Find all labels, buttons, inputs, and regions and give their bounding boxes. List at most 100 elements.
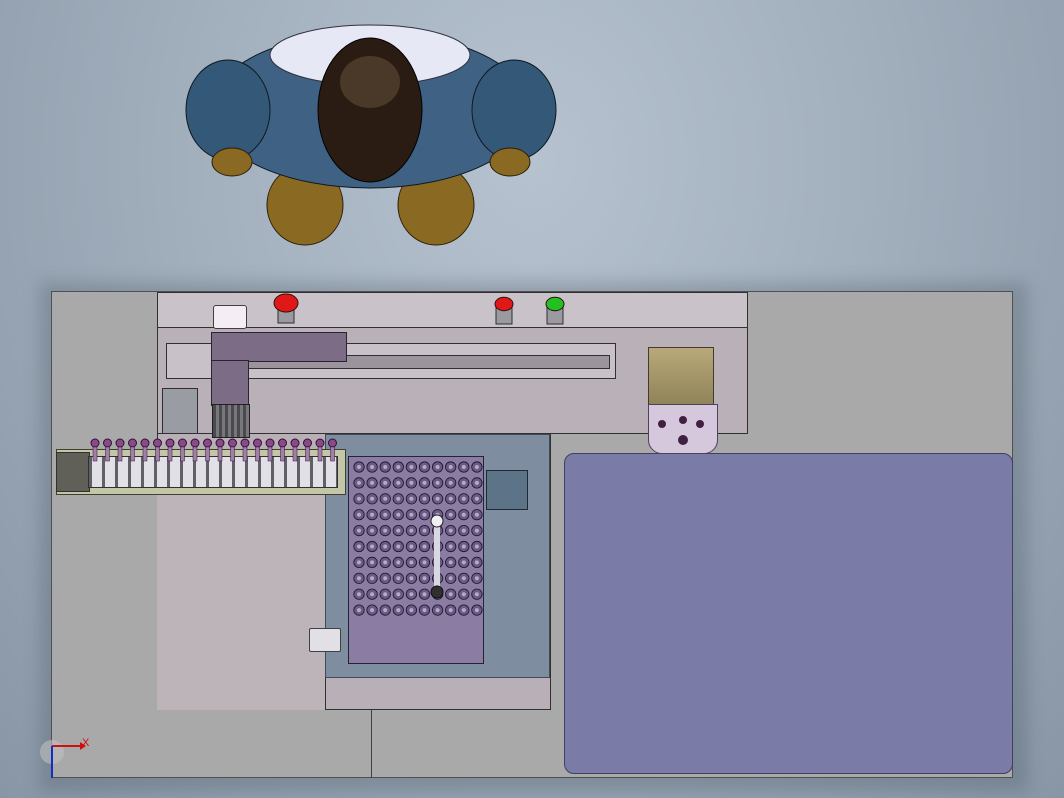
tray-pocket-center <box>396 465 401 469</box>
operator-shoulder-right <box>471 59 557 161</box>
red-emergency-button-cap[interactable] <box>273 293 299 313</box>
triad-x-label: X <box>82 737 90 749</box>
feeder-vial <box>128 438 137 448</box>
tray-pocket-center <box>409 528 414 533</box>
tray-pocket-center <box>357 544 361 549</box>
feeder-vial <box>278 438 287 448</box>
tray-pocket-center <box>370 560 375 565</box>
tray-pocket-center <box>383 592 388 597</box>
tray-pocket-center <box>422 592 427 597</box>
tray-pocket-center <box>448 480 453 485</box>
red-stop-button-cap[interactable] <box>494 296 514 312</box>
tray-pocket-center <box>396 544 401 549</box>
feeder-vial-body <box>255 446 260 462</box>
operator-hand-right <box>489 147 531 177</box>
operator-hand-left <box>211 147 253 177</box>
feeder-vial-body <box>330 446 335 462</box>
tray-pocket-center <box>396 528 401 533</box>
tray-pocket-center <box>370 608 375 613</box>
feeder-vial <box>103 438 112 448</box>
tray-pocket-center <box>422 496 427 501</box>
tray-pocket-center <box>409 576 414 581</box>
tray-pocket-center <box>357 512 361 517</box>
tray-pocket-center <box>370 480 375 485</box>
tray-pocket-center <box>383 512 388 517</box>
tray-pocket-center <box>357 465 361 469</box>
operator-head-highlight <box>340 56 400 108</box>
tray-pocket-center <box>461 496 466 501</box>
feeder-vial <box>265 438 275 448</box>
tray-pocket-center <box>474 592 479 597</box>
tray-pocket-center <box>409 544 414 549</box>
feeder-vial-body <box>205 446 210 462</box>
tray-pocket-center <box>461 528 466 533</box>
tray-pocket-center <box>461 480 466 485</box>
tray-pocket-center <box>357 608 361 613</box>
green-start-button[interactable] <box>545 296 565 325</box>
feeder-vial-body <box>117 446 123 462</box>
tray-pocket-center <box>435 480 440 485</box>
feeder-vial <box>178 438 187 448</box>
red-stop-button[interactable] <box>494 296 514 325</box>
tray-pocket-center <box>422 528 427 533</box>
tray-pocket-center <box>383 465 388 469</box>
tray-pocket-center <box>448 592 453 597</box>
tray-pocket-center <box>448 608 453 613</box>
feeder-vial-body <box>192 446 198 462</box>
tray-probe-tip-bottom <box>430 585 444 599</box>
tray-pocket-center <box>422 512 427 517</box>
feeder-vial-body <box>155 446 160 462</box>
feeder-vial <box>303 438 312 448</box>
feeder-vial <box>203 438 212 448</box>
tray-pocket-center <box>435 608 440 613</box>
operator-figure <box>185 24 557 246</box>
tray-pocket-center <box>474 480 479 485</box>
feeder-vials <box>90 438 337 462</box>
tray-pocket-center <box>448 512 453 517</box>
tray-pocket-center <box>474 512 479 517</box>
feeder-vial <box>290 438 300 448</box>
feeder-vial-body <box>305 446 310 462</box>
red-emergency-button[interactable] <box>273 293 299 324</box>
panel-buttons[interactable] <box>273 293 565 325</box>
tray-pocket-center <box>396 592 401 597</box>
operator-shoulder-left <box>185 59 271 161</box>
tray-pocket-center <box>422 480 427 485</box>
tray-pocket-center <box>370 496 375 501</box>
feeder-vial-body <box>317 446 323 462</box>
flange-hole-4 <box>678 435 688 445</box>
feeder-vial <box>328 438 337 448</box>
tray-pocket-center <box>448 576 453 581</box>
tray-pocket-center <box>357 592 361 597</box>
tray-pocket-center <box>435 465 440 469</box>
feeder-vial-body <box>142 446 148 462</box>
tray-pocket-center <box>357 528 361 533</box>
feeder-vial-body <box>242 446 248 462</box>
tray-pocket-center <box>409 560 414 565</box>
tray-pocket-center <box>461 576 466 581</box>
tray-pocket-center <box>435 496 440 501</box>
tray-pocket-center <box>448 560 453 565</box>
tray-pocket-center <box>409 608 414 613</box>
tray-pocket-center <box>461 465 466 469</box>
feeder-vial-body <box>267 446 273 462</box>
feeder-vial-body <box>167 446 173 462</box>
tray-pocket-center <box>461 592 466 597</box>
tray-pocket-center <box>422 465 427 469</box>
tray-pocket-center <box>383 576 388 581</box>
tray-pocket-center <box>474 496 479 501</box>
feeder-vial-body <box>280 446 285 462</box>
tray-pocket-center <box>383 496 388 501</box>
feeder-vial <box>90 438 100 448</box>
green-start-button-cap[interactable] <box>545 296 565 312</box>
tray-pocket-center <box>370 592 375 597</box>
feeder-vial <box>153 438 162 448</box>
tray-pocket-center <box>370 576 375 581</box>
tray-pocket-center <box>474 465 479 469</box>
tray-pocket-center <box>357 496 361 501</box>
tray-pocket-center <box>448 528 453 533</box>
tray-pocket-center <box>474 560 479 565</box>
feeder-vial-body <box>230 446 235 462</box>
flange-hole-3 <box>696 420 704 428</box>
tray-pocket-center <box>370 512 375 517</box>
